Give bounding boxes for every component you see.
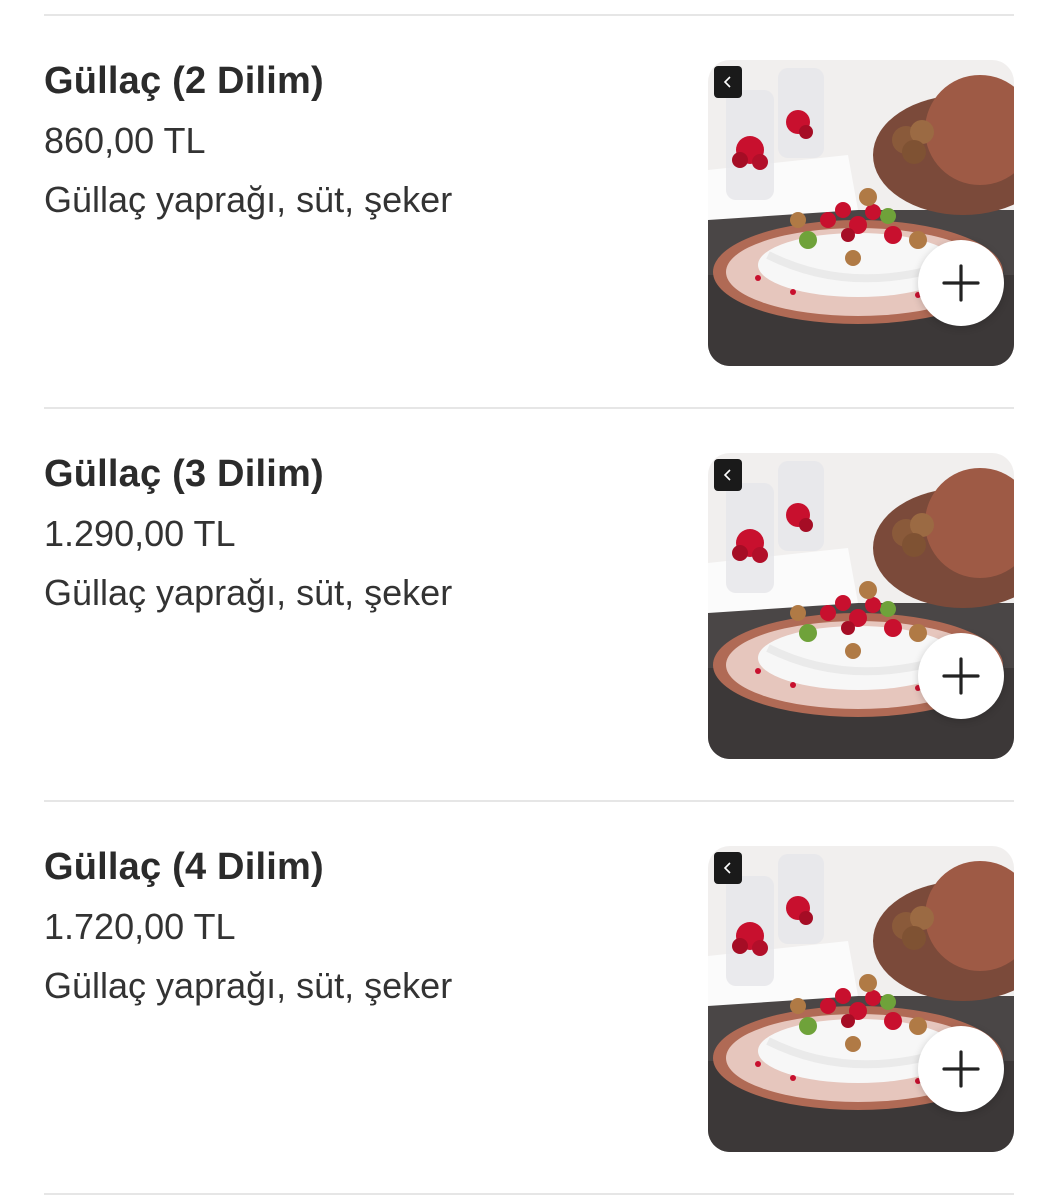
chevron-left-icon[interactable] [714,852,742,884]
add-to-cart-button[interactable] [918,240,1004,326]
chevron-left-icon[interactable] [714,66,742,98]
item-name: Güllaç (2 Dilim) [44,60,324,102]
plus-icon [942,264,980,302]
menu-item[interactable]: Güllaç (4 Dilim) 1.720,00 TL Güllaç yapr… [0,802,1057,1194]
menu-item[interactable]: Güllaç (2 Dilim) 860,00 TL Güllaç yaprağ… [0,16,1057,408]
item-name: Güllaç (4 Dilim) [44,846,324,888]
plus-icon [942,657,980,695]
divider [44,1193,1014,1195]
item-price: 860,00 TL [44,120,206,161]
plus-icon [942,1050,980,1088]
item-description: Güllaç yaprağı, süt, şeker [44,965,453,1006]
item-description: Güllaç yaprağı, süt, şeker [44,179,453,220]
add-to-cart-button[interactable] [918,1026,1004,1112]
add-to-cart-button[interactable] [918,633,1004,719]
item-price: 1.720,00 TL [44,906,236,947]
menu-item[interactable]: Güllaç (3 Dilim) 1.290,00 TL Güllaç yapr… [0,409,1057,801]
chevron-left-icon[interactable] [714,459,742,491]
item-description: Güllaç yaprağı, süt, şeker [44,572,453,613]
item-name: Güllaç (3 Dilim) [44,453,324,495]
item-price: 1.290,00 TL [44,513,236,554]
